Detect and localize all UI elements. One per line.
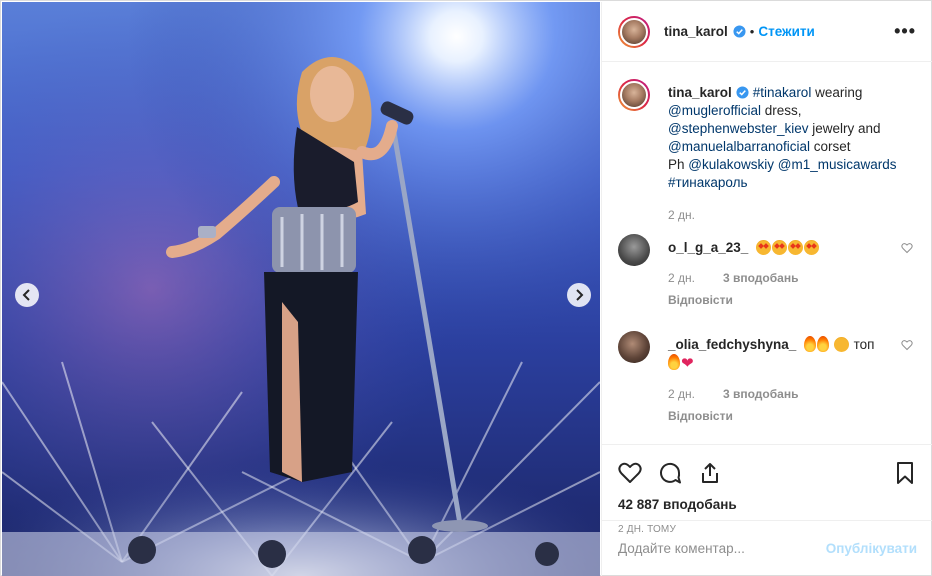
- separator-dot: •: [749, 24, 755, 39]
- comment-input[interactable]: [618, 541, 826, 556]
- post-sidebar: tina_karol • Стежити ••• tina_karol #tina…: [601, 2, 932, 576]
- comment-item: o_l_g_a_23_ 2 дн. 3 вподобань Відповісти: [618, 234, 917, 309]
- hashtag-link[interactable]: #тинакароль: [668, 175, 748, 190]
- comment-item: _olia_fedchyshyna_ топ ❤ 2 дн. 3 вподоба…: [618, 331, 917, 425]
- mention-link[interactable]: @kulakowskiy: [688, 157, 774, 172]
- concert-photo: [2, 2, 600, 576]
- caption-text: jewelry and: [808, 121, 881, 136]
- avatar[interactable]: [618, 79, 650, 111]
- post-header: tina_karol • Стежити •••: [602, 2, 932, 62]
- fire-emoji-icon: [817, 336, 830, 352]
- reply-button[interactable]: Відповісти: [668, 407, 917, 425]
- verified-badge-icon: [733, 25, 746, 38]
- heart-icon[interactable]: [618, 461, 642, 485]
- caption-text: corset: [810, 139, 851, 154]
- post-image[interactable]: [2, 2, 600, 576]
- mention-link[interactable]: @stephenwebster_kiev: [668, 121, 809, 136]
- likes-count[interactable]: 42 887 вподобань: [618, 497, 917, 512]
- comment-like-icon[interactable]: [901, 339, 913, 351]
- follow-button[interactable]: Стежити: [758, 24, 814, 39]
- chevron-right-icon: [576, 289, 584, 301]
- fire-emoji-icon: [668, 354, 680, 370]
- author-username[interactable]: tina_karol: [664, 24, 728, 39]
- mention-link[interactable]: @m1_musicawards: [778, 157, 897, 172]
- bookmark-icon[interactable]: [893, 461, 917, 485]
- more-options-button[interactable]: •••: [894, 21, 916, 42]
- verified-badge-icon: [736, 86, 749, 99]
- comment-icon[interactable]: [658, 461, 682, 485]
- caption: tina_karol #tinakarol wearing @mugleroffi…: [618, 79, 917, 224]
- chevron-left-icon: [22, 289, 30, 301]
- post-modal: tina_karol • Стежити ••• tina_karol #tina…: [0, 0, 932, 576]
- comment-likes[interactable]: 3 вподобань: [723, 385, 798, 403]
- comment-age[interactable]: 2 дн.: [668, 269, 695, 287]
- next-image-button[interactable]: [567, 283, 591, 307]
- avatar[interactable]: [618, 234, 650, 266]
- comment-username[interactable]: _olia_fedchyshyna_: [668, 337, 796, 352]
- mention-link[interactable]: @muglerofficial: [668, 103, 761, 118]
- comments-list[interactable]: tina_karol #tinakarol wearing @mugleroffi…: [602, 63, 932, 444]
- caption-text: dress,: [761, 103, 802, 118]
- hashtag-link[interactable]: #tinakarol: [753, 85, 812, 100]
- caption-text: Ph: [668, 157, 689, 172]
- caption-username[interactable]: tina_karol: [668, 85, 732, 100]
- share-icon[interactable]: [698, 461, 722, 485]
- post-comment-button[interactable]: Опублікувати: [826, 541, 917, 556]
- comment-username[interactable]: o_l_g_a_23_: [668, 240, 748, 255]
- avatar[interactable]: [618, 331, 650, 363]
- add-comment-bar: Опублікувати: [602, 520, 932, 576]
- star-struck-emoji-icon: [804, 240, 820, 255]
- red-heart-emoji-icon: ❤: [681, 355, 694, 372]
- avatar[interactable]: [618, 15, 650, 48]
- fire-emoji-icon: [804, 336, 817, 352]
- caption-text: wearing: [811, 85, 863, 100]
- mention-link[interactable]: @manuelalbarranoficial: [668, 139, 810, 154]
- comment-like-icon[interactable]: [901, 242, 913, 254]
- comment-likes[interactable]: 3 вподобань: [723, 269, 798, 287]
- star-struck-emoji-icon: [788, 240, 804, 255]
- heart-eyes-cat-emoji-icon: [833, 337, 849, 352]
- comment-text: топ: [849, 337, 875, 352]
- comment-age[interactable]: 2 дн.: [668, 385, 695, 403]
- star-struck-emoji-icon: [756, 240, 772, 255]
- caption-age[interactable]: 2 дн.: [668, 206, 695, 224]
- previous-image-button[interactable]: [15, 283, 39, 307]
- reply-button[interactable]: Відповісти: [668, 291, 917, 309]
- star-struck-emoji-icon: [772, 240, 788, 255]
